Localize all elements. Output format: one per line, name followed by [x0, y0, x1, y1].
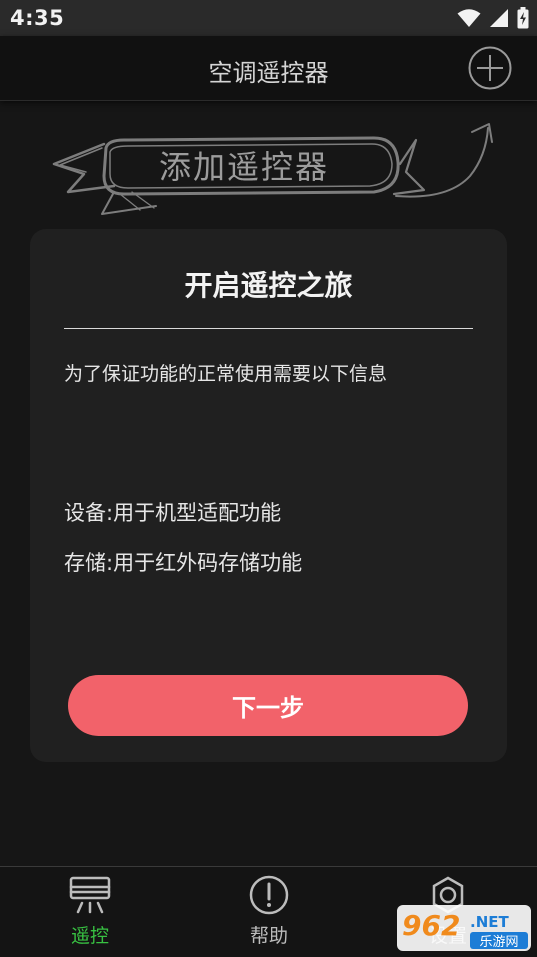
app-header: 空调遥控器 — [0, 36, 537, 101]
add-remote-banner[interactable]: 添加遥控器 — [44, 122, 494, 218]
cellular-signal-icon — [490, 9, 508, 27]
status-icons — [457, 6, 529, 30]
status-time: 4:35 — [10, 6, 65, 30]
air-conditioner-icon — [69, 876, 111, 914]
battery-icon — [517, 7, 529, 29]
permission-dialog: 开启遥控之旅 为了保证功能的正常使用需要以下信息 设备:用于机型适配功能 存储:… — [30, 229, 507, 762]
banner-label: 添加遥控器 — [159, 148, 329, 186]
permission-storage-text: 存储:用于红外码存储功能 — [64, 551, 303, 575]
dialog-title: 开启遥控之旅 — [184, 269, 353, 302]
permission-device-text: 设备:用于机型适配功能 — [64, 501, 282, 525]
tab-help[interactable]: 帮助 — [209, 875, 329, 951]
dialog-divider — [64, 328, 473, 329]
watermark-number: 962 — [402, 909, 460, 942]
tab-remote[interactable]: 遥控 — [30, 875, 150, 951]
watermark-caption: 乐游网 — [479, 935, 518, 950]
page-title: 空调遥控器 — [208, 59, 329, 87]
site-watermark-logo: 962 .NET 乐游网 — [397, 905, 531, 951]
status-bar: 4:35 — [0, 0, 537, 36]
dialog-intro-text: 为了保证功能的正常使用需要以下信息 — [64, 363, 388, 385]
next-step-button[interactable]: 下一步 — [68, 675, 468, 736]
tab-help-label: 帮助 — [249, 925, 288, 947]
watermark-suffix: .NET — [470, 913, 509, 931]
tab-remote-label: 遥控 — [70, 925, 109, 947]
add-remote-button[interactable] — [468, 46, 512, 90]
wifi-icon — [457, 9, 481, 27]
exclamation-circle-icon — [249, 875, 289, 915]
